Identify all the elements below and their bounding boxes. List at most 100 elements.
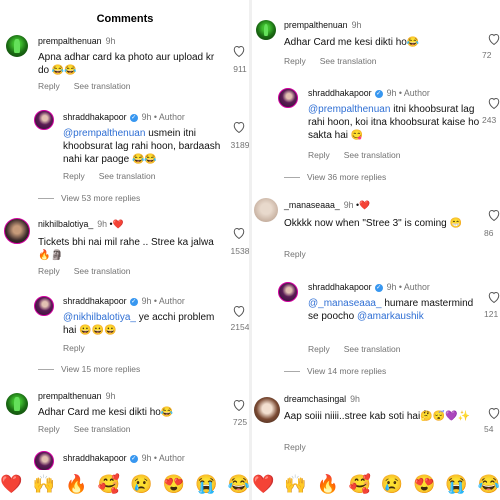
comment-username[interactable]: shraddhakapoor ✓ 9h • Author bbox=[63, 453, 185, 463]
comment-text: Adhar Card me kesi dikti ho😂 bbox=[38, 407, 174, 418]
verified-badge-icon: ✓ bbox=[374, 283, 383, 292]
reply-button[interactable]: Reply bbox=[38, 81, 60, 91]
reaction-hearts-face[interactable]: 🥰 bbox=[349, 474, 371, 495]
like-count: 54 bbox=[484, 424, 494, 434]
verified-badge-icon: ✓ bbox=[374, 89, 383, 98]
heart-outline-icon[interactable] bbox=[233, 122, 245, 133]
reaction-heart-eyes[interactable]: 😍 bbox=[413, 474, 435, 495]
avatar[interactable] bbox=[278, 88, 298, 108]
see-translation-button[interactable]: See translation bbox=[74, 424, 131, 434]
mention-link[interactable]: @prempalthenuan bbox=[63, 128, 145, 139]
comment-actions: Reply bbox=[63, 343, 99, 353]
comment-username[interactable]: shraddhakapoor ✓ 9h • Author bbox=[308, 282, 430, 292]
heart-outline-icon[interactable] bbox=[488, 408, 500, 419]
avatar[interactable] bbox=[6, 35, 28, 57]
comment-username[interactable]: _manaseaaa_ 9h •❤️ bbox=[284, 200, 370, 211]
avatar[interactable] bbox=[6, 393, 28, 415]
see-translation-button[interactable]: See translation bbox=[99, 171, 156, 181]
reply-button[interactable]: Reply bbox=[63, 171, 85, 181]
verified-badge-icon: ✓ bbox=[129, 113, 138, 122]
like-count: 2154 bbox=[230, 322, 250, 332]
comment-username[interactable]: prempalthenuan 9h bbox=[38, 391, 115, 401]
comment-username[interactable]: prempalthenuan 9h bbox=[38, 36, 115, 46]
comment-text: @prempalthenuan itni khoobsurat lag rahi… bbox=[308, 104, 480, 141]
reaction-laughing[interactable]: 😂 bbox=[228, 474, 250, 495]
comment-username[interactable]: prempalthenuan 9h bbox=[284, 20, 361, 30]
avatar[interactable] bbox=[34, 110, 54, 130]
avatar[interactable] bbox=[4, 218, 30, 244]
view-more-replies[interactable]: View 15 more replies bbox=[38, 364, 140, 374]
reaction-heart-eyes[interactable]: 😍 bbox=[163, 474, 185, 495]
view-more-replies[interactable]: View 36 more replies bbox=[284, 172, 386, 182]
avatar[interactable] bbox=[34, 451, 54, 471]
like-count: 121 bbox=[484, 309, 499, 319]
view-more-replies[interactable]: View 14 more replies bbox=[284, 366, 386, 376]
quick-reactions-bar: ❤️ 🙌 🔥 🥰 😢 😍 😭 😂 bbox=[252, 470, 500, 498]
reaction-crying[interactable]: 😭 bbox=[445, 474, 467, 495]
heart-outline-icon[interactable] bbox=[488, 210, 500, 221]
heart-outline-icon[interactable] bbox=[488, 98, 500, 109]
comment-username[interactable]: shraddhakapoor ✓ 9h • Author bbox=[63, 112, 185, 122]
reaction-fire[interactable]: 🔥 bbox=[316, 474, 338, 495]
avatar[interactable] bbox=[278, 282, 298, 302]
comment-actions: Reply See translation bbox=[38, 266, 144, 276]
comment-actions: Reply See translation bbox=[38, 81, 144, 91]
heart-outline-icon[interactable] bbox=[233, 400, 245, 411]
see-translation-button[interactable]: See translation bbox=[344, 150, 401, 160]
comment-text: Aap soiii niiii..stree kab soti hai🤔😴💜✨ bbox=[284, 411, 470, 422]
heart-outline-icon[interactable] bbox=[233, 306, 245, 317]
reaction-hearts-face[interactable]: 🥰 bbox=[98, 474, 120, 495]
reaction-raised-hands[interactable]: 🙌 bbox=[33, 474, 55, 495]
comment-actions: Reply See translation bbox=[308, 344, 414, 354]
heart-outline-icon[interactable] bbox=[488, 34, 500, 45]
reply-button[interactable]: Reply bbox=[284, 249, 306, 259]
comment-text: @_manaseaaa_ humare mastermind se poocho… bbox=[308, 298, 474, 322]
reply-button[interactable]: Reply bbox=[38, 266, 60, 276]
reaction-sad[interactable]: 😢 bbox=[130, 474, 152, 495]
like-count: 72 bbox=[482, 50, 492, 60]
comment-text: Apna adhar card ka photo aur upload kr d… bbox=[38, 52, 215, 76]
mention-link[interactable]: @prempalthenuan bbox=[308, 104, 390, 115]
reaction-raised-hands[interactable]: 🙌 bbox=[284, 474, 306, 495]
reply-button[interactable]: Reply bbox=[284, 442, 306, 452]
reaction-heart[interactable]: ❤️ bbox=[252, 474, 274, 495]
see-translation-button[interactable]: See translation bbox=[74, 266, 131, 276]
see-translation-button[interactable]: See translation bbox=[344, 344, 401, 354]
comment-text: @prempalthenuan usmein itni khoobsurat l… bbox=[63, 128, 221, 165]
comment-username[interactable]: shraddhakapoor ✓ 9h • Author bbox=[63, 296, 185, 306]
heart-outline-icon[interactable] bbox=[488, 292, 500, 303]
reaction-sad[interactable]: 😢 bbox=[381, 474, 403, 495]
view-more-replies[interactable]: View 53 more replies bbox=[38, 193, 140, 203]
avatar[interactable] bbox=[254, 198, 278, 222]
avatar[interactable] bbox=[254, 397, 280, 423]
reply-button[interactable]: Reply bbox=[38, 424, 60, 434]
comments-panel-left: Comments prempalthenuan 9h Apna adhar car… bbox=[0, 0, 250, 500]
avatar[interactable] bbox=[34, 296, 54, 316]
mention-link[interactable]: @nikhilbalotiya_ bbox=[63, 312, 136, 323]
heart-outline-icon[interactable] bbox=[233, 228, 245, 239]
mention-link[interactable]: @_manaseaaa_ bbox=[308, 298, 382, 309]
heart-outline-icon[interactable] bbox=[233, 46, 245, 57]
reaction-crying[interactable]: 😭 bbox=[195, 474, 217, 495]
comment-actions: Reply bbox=[284, 249, 320, 259]
reaction-fire[interactable]: 🔥 bbox=[65, 474, 87, 495]
reply-button[interactable]: Reply bbox=[308, 150, 330, 160]
comment-username[interactable]: nikhilbalotiya_ 9h •❤️ bbox=[38, 219, 124, 230]
reply-button[interactable]: Reply bbox=[63, 343, 85, 353]
reaction-laughing[interactable]: 😂 bbox=[478, 474, 500, 495]
reply-button[interactable]: Reply bbox=[308, 344, 330, 354]
avatar[interactable] bbox=[256, 20, 276, 40]
like-count: 725 bbox=[232, 417, 248, 427]
reaction-heart[interactable]: ❤️ bbox=[0, 474, 22, 495]
mention-link[interactable]: @amarkaushik bbox=[357, 311, 424, 322]
verified-badge-icon: ✓ bbox=[129, 454, 138, 463]
reply-button[interactable]: Reply bbox=[284, 56, 306, 66]
comment-username[interactable]: shraddhakapoor ✓ 9h • Author bbox=[308, 88, 430, 98]
see-translation-button[interactable]: See translation bbox=[74, 81, 131, 91]
comment-actions: Reply bbox=[284, 442, 320, 452]
see-translation-button[interactable]: See translation bbox=[320, 56, 377, 66]
like-count: 243 bbox=[482, 115, 497, 125]
quick-reactions-bar: ❤️ 🙌 🔥 🥰 😢 😍 😭 😂 bbox=[0, 470, 250, 498]
verified-badge-icon: ✓ bbox=[129, 297, 138, 306]
comment-username[interactable]: dreamchasingal 9h bbox=[284, 394, 360, 404]
